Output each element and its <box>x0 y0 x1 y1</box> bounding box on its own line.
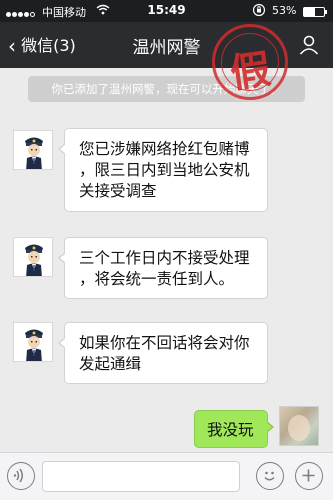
status-bar: 中国移动 15:49 53% <box>0 0 333 22</box>
message-line: 关接受调查 <box>79 182 157 200</box>
emoji-button[interactable] <box>256 462 284 490</box>
message-input[interactable] <box>42 461 240 492</box>
message-line: 您已涉嫌网络抢红包赌博 <box>79 140 250 158</box>
message-line: 我没玩 <box>207 421 254 439</box>
police-avatar-icon <box>14 131 52 169</box>
outgoing-message-bubble[interactable]: 我没玩 <box>194 410 274 448</box>
voice-icon <box>13 468 23 483</box>
voice-button[interactable] <box>7 462 35 490</box>
fake-stamp: 假 <box>212 24 288 100</box>
profile-icon[interactable] <box>298 34 320 56</box>
user-avatar[interactable] <box>279 406 319 446</box>
contact-avatar[interactable] <box>13 130 53 170</box>
plus-icon <box>302 469 315 482</box>
message-bubble[interactable]: 三个工作日内不接受处理 ，将会统一责任到人。 <box>58 237 268 299</box>
message-line: 三个工作日内不接受处理 <box>79 249 250 267</box>
contact-avatar[interactable] <box>13 237 53 277</box>
message-line: 发起通缉 <box>79 355 142 373</box>
police-avatar-icon <box>14 238 52 276</box>
stamp-text: 假 <box>227 46 274 98</box>
input-bar <box>0 452 333 500</box>
message-line: 如果你在不回话将会对你 <box>79 334 250 352</box>
message-bubble[interactable]: 您已涉嫌网络抢红包赌博 ，限三日内到当地公安机 关接受调查 <box>58 128 268 212</box>
blurred-face <box>288 415 310 441</box>
emoji-icon <box>264 471 275 481</box>
battery-icon <box>303 7 327 17</box>
rotation-lock-icon <box>252 3 266 20</box>
battery-percent: 53% <box>272 4 297 17</box>
message-bubble[interactable]: 如果你在不回话将会对你 发起通缉 <box>58 322 268 384</box>
contact-avatar[interactable] <box>13 322 53 362</box>
message-line: ，限三日内到当地公安机 <box>79 161 250 179</box>
message-line: ，将会统一责任到人。 <box>79 270 235 288</box>
more-button[interactable] <box>295 462 323 490</box>
police-avatar-icon <box>14 323 52 361</box>
